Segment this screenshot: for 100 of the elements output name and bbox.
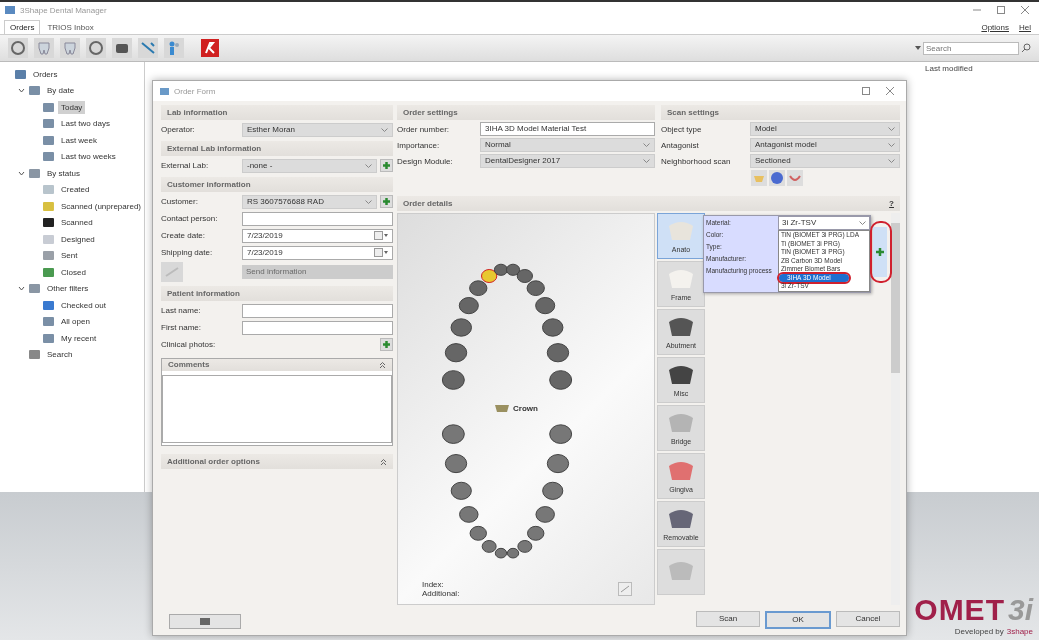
tree-item[interactable]: Last two days	[58, 117, 113, 131]
date-field[interactable]: 7/23/2019	[242, 245, 393, 260]
tree-item[interactable]: Scanned (unprepared)	[57, 199, 144, 213]
tree-item[interactable]: All open	[58, 315, 93, 329]
chevron-icon[interactable]	[18, 87, 25, 95]
date-field[interactable]: 7/23/2019	[242, 228, 393, 243]
dropdown[interactable]: -none -	[242, 158, 377, 173]
logo-mark: 3i	[1007, 593, 1033, 627]
tree-item[interactable]: Other filters	[44, 282, 92, 296]
add-icon[interactable]	[380, 338, 393, 351]
tree-item[interactable]: My recent	[58, 331, 100, 345]
menu-link[interactable]: Options	[977, 21, 1013, 34]
tree-item[interactable]: Orders	[30, 67, 61, 81]
field-label: Object type	[661, 124, 703, 134]
section-title: External Lab information	[167, 144, 262, 153]
dropdown[interactable]: Normal	[480, 138, 655, 152]
caret-icon	[365, 199, 372, 204]
dropdown[interactable]: DentalDesigner 2017	[480, 154, 655, 168]
field-label: Operator:	[161, 125, 196, 134]
tree-item[interactable]: Sent	[58, 249, 81, 263]
tree-item[interactable]: Designed	[58, 232, 98, 246]
form-icon	[159, 86, 170, 96]
tree-item[interactable]: Checked out	[58, 298, 109, 312]
tree-item[interactable]: Search	[44, 348, 76, 362]
caret-icon	[643, 143, 650, 147]
section-title: Comments	[168, 360, 210, 370]
dropdown[interactable]: Esther Moran	[242, 122, 393, 137]
dropdown[interactable]: Antagonist model	[750, 138, 900, 152]
caret-icon	[365, 163, 372, 168]
tree-item[interactable]: Today	[58, 100, 86, 114]
help-link[interactable]: ?	[889, 199, 894, 208]
dropdown[interactable]: Model	[750, 122, 900, 136]
tree-item[interactable]: Last week	[58, 133, 101, 147]
calendar-icon[interactable]	[374, 247, 388, 257]
tree-item[interactable]: Scanned	[58, 216, 96, 230]
tooth-icon[interactable]	[60, 38, 80, 58]
section-title: Scan settings	[667, 108, 719, 117]
sphere-icon[interactable]	[769, 170, 785, 186]
search-field[interactable]: Search	[923, 41, 1019, 55]
k-logo-icon[interactable]	[200, 38, 220, 58]
camera-icon[interactable]	[112, 38, 132, 58]
dialog-button[interactable]: Cancel	[836, 611, 900, 627]
section-title: Customer information	[167, 180, 251, 189]
tree-item[interactable]: Closed	[58, 265, 89, 279]
caret-icon	[888, 127, 895, 131]
disc-icon[interactable]	[8, 38, 28, 58]
scrollbar[interactable]	[891, 213, 900, 605]
section-title: Order details	[403, 199, 453, 208]
crown-legend: Crown	[513, 404, 538, 413]
menu-tab[interactable]: Orders	[4, 20, 41, 34]
comments-field[interactable]	[162, 374, 392, 443]
add-icon[interactable]	[380, 195, 393, 208]
menu-tab[interactable]: TRIOS Inbox	[42, 21, 99, 34]
material-dropdown[interactable]: 3i Zr-TSV	[778, 216, 870, 230]
additional-label: Additional:	[422, 589, 460, 598]
tree-item[interactable]: Last two weeks	[58, 150, 119, 164]
chevron-icon[interactable]	[18, 169, 25, 177]
developer-caption: Developed by	[954, 627, 1004, 636]
field-label: Customer:	[161, 197, 199, 206]
people-icon[interactable]	[164, 38, 184, 58]
section-title: Lab information	[167, 108, 228, 117]
caret-icon	[888, 159, 895, 163]
window-title: 3Shape Dental Manager	[20, 5, 107, 15]
logo-text: OMET	[914, 593, 1005, 627]
tool-icon[interactable]	[138, 38, 158, 58]
column-header[interactable]: Last modified	[925, 64, 973, 73]
chevron-icon[interactable]	[18, 285, 25, 293]
collapse-icon[interactable]	[380, 457, 387, 466]
caret-icon	[643, 159, 650, 163]
add-icon[interactable]	[873, 227, 887, 277]
collapse-icon[interactable]	[379, 360, 386, 369]
tooth-icon[interactable]	[34, 38, 54, 58]
tree-item[interactable]: By date	[44, 84, 78, 98]
dialog-button[interactable]: OK	[765, 611, 831, 629]
field-label: Importance:	[397, 140, 441, 150]
dialog-button[interactable]: Scan	[696, 611, 760, 627]
calendar-icon[interactable]	[374, 230, 388, 240]
view-toggle-icon[interactable]	[618, 582, 632, 596]
dropdown[interactable]: RS 3607576688 RAD	[242, 194, 377, 209]
input-field[interactable]	[242, 211, 393, 226]
crown-icon	[494, 404, 510, 413]
dropdown[interactable]: Sectioned	[750, 154, 900, 168]
field-label: Neighborhood scan	[661, 156, 732, 166]
menu-link[interactable]: Hel	[1015, 21, 1035, 34]
print-button[interactable]	[169, 614, 241, 629]
tree-item[interactable]: By status	[44, 166, 83, 180]
add-icon[interactable]	[380, 159, 393, 172]
section-title: Order settings	[403, 108, 458, 117]
input-field[interactable]: 3IHA 3D Model Material Test	[480, 122, 655, 136]
field-label: Create date:	[161, 231, 207, 240]
field-label: Shipping date:	[161, 248, 214, 257]
caret-icon[interactable]	[915, 46, 921, 50]
field-label: External Lab:	[161, 161, 210, 170]
model-tile[interactable]	[657, 549, 705, 595]
input-field[interactable]	[242, 320, 393, 335]
input-field[interactable]	[242, 303, 393, 318]
field-label: Last name:	[161, 306, 202, 315]
tree-item[interactable]: Created	[58, 183, 93, 197]
search-icon[interactable]	[1021, 43, 1031, 53]
gum-icon[interactable]	[787, 170, 803, 186]
